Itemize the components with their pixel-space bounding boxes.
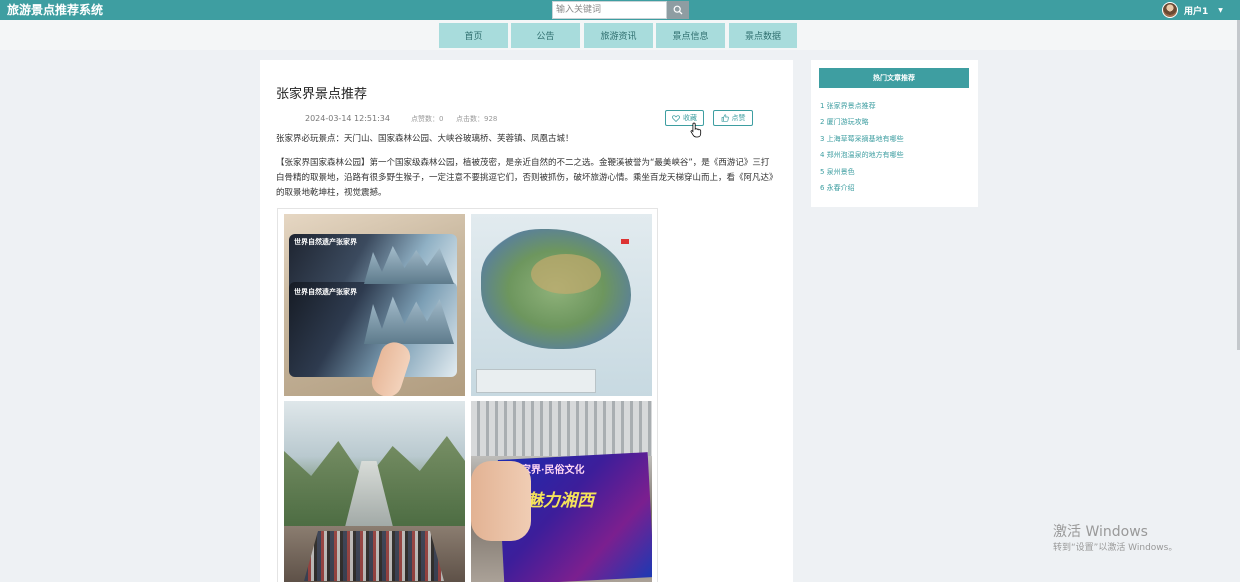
search-bar	[552, 1, 689, 19]
article-time: 2024-03-14 12:51:34	[305, 114, 390, 123]
nav-item-spot-data[interactable]: 景点数据	[729, 23, 797, 48]
nav-item-news[interactable]: 旅游资讯	[584, 23, 653, 48]
user-menu[interactable]: 用户1 ▼	[1162, 2, 1223, 18]
search-icon	[673, 5, 683, 15]
like-label: 点赞	[731, 114, 746, 122]
avatar[interactable]	[1162, 2, 1178, 18]
photo-show-tickets: 张家界·民俗文化 魅力湘西	[471, 401, 652, 582]
article-paragraph: 【张家界国家森林公园】第一个国家级森林公园，植被茂密，是亲近自然的不二之选。金鞭…	[276, 158, 774, 198]
hot-article-item[interactable]: 1 张家界景点推荐	[820, 101, 876, 111]
hot-articles-panel: 热门文章推荐 1 张家界景点推荐 2 厦门游玩攻略 3 上海草莓采摘基地有哪些 …	[811, 60, 978, 207]
ticket-text: 世界自然遗产张家界	[294, 238, 357, 246]
thumbs-up-icon	[721, 114, 729, 122]
favorite-count: 点赞数：0	[411, 115, 444, 123]
click-count: 点击数：928	[456, 115, 498, 123]
hot-article-item[interactable]: 4 郑州泡温泉的地方有哪些	[820, 150, 904, 160]
show-ticket-title: 魅力湘西	[526, 491, 594, 511]
chevron-down-icon[interactable]: ▼	[1218, 7, 1223, 14]
hot-article-item[interactable]: 2 厦门游玩攻略	[820, 117, 869, 127]
hot-article-item[interactable]: 5 泉州景色	[820, 167, 855, 177]
hot-articles-title: 热门文章推荐	[819, 68, 969, 88]
windows-activation-title: 激活 Windows	[1053, 524, 1148, 540]
article-title: 张家界景点推荐	[276, 87, 368, 102]
hot-article-item[interactable]: 3 上海草莓采摘基地有哪些	[820, 134, 904, 144]
search-input[interactable]	[552, 1, 667, 19]
top-bar: 旅游景点推荐系统 用户1 ▼	[0, 0, 1240, 20]
ticket-text: 世界自然遗产张家界	[294, 288, 357, 296]
like-button[interactable]: 点赞	[713, 110, 753, 126]
nav-item-home[interactable]: 首页	[439, 23, 508, 48]
photo-map	[471, 214, 652, 396]
photo-tickets: 世界自然遗产张家界 世界自然遗产张家界	[284, 214, 465, 396]
show-ticket-text: 张家界·民俗文化	[511, 465, 585, 476]
hot-article-item[interactable]: 6 永春介绍	[820, 183, 855, 193]
nav-item-spot-info[interactable]: 景点信息	[656, 23, 725, 48]
heart-icon	[672, 114, 680, 122]
windows-activation-hint: 转到“设置”以激活 Windows。	[1053, 543, 1178, 553]
article-panel: 张家界景点推荐 2024-03-14 12:51:34 点赞数：0 点击数：92…	[260, 60, 793, 582]
app-title[interactable]: 旅游景点推荐系统	[7, 2, 103, 18]
search-button[interactable]	[667, 1, 689, 19]
mouse-cursor-icon	[690, 122, 702, 138]
main-nav: 首页 公告 旅游资讯 景点信息 景点数据	[0, 20, 1240, 50]
photo-collage: 世界自然遗产张家界 世界自然遗产张家界 张家界·民俗文化 魅力湘西	[277, 208, 658, 582]
nav-item-notice[interactable]: 公告	[511, 23, 580, 48]
photo-tianmen-stairs	[284, 401, 465, 582]
user-name[interactable]: 用户1	[1184, 4, 1208, 17]
